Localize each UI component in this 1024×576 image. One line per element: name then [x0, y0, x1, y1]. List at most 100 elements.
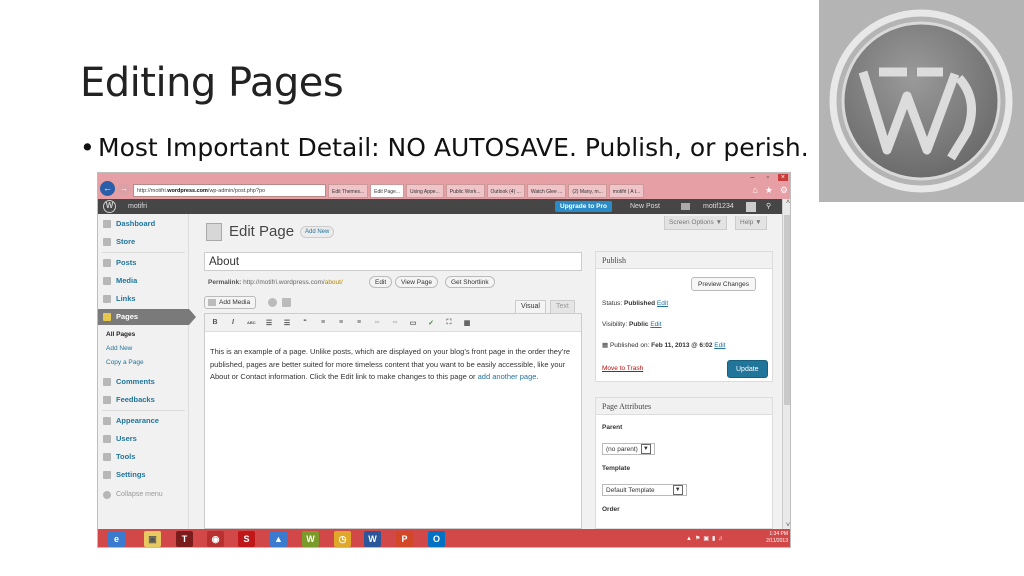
restore-button[interactable]: ▫ — [763, 174, 771, 181]
permalink-edit-button[interactable]: Edit — [369, 276, 393, 288]
sidebar-item-posts[interactable]: Posts — [98, 255, 189, 271]
tab-visual[interactable]: Visual — [515, 300, 546, 313]
strikethrough-button[interactable]: ABC — [247, 320, 256, 325]
get-shortlink-button[interactable]: Get Shortlink — [445, 276, 495, 288]
sidebar-item-comments[interactable]: Comments — [98, 374, 189, 390]
poll-icon[interactable] — [268, 298, 277, 307]
forward-button[interactable]: → — [118, 183, 130, 195]
favorites-icon[interactable]: ★ — [765, 185, 773, 196]
sidebar-item-users[interactable]: Users — [98, 431, 189, 447]
comment-icon[interactable] — [681, 203, 690, 210]
scroll-up-icon[interactable]: ˄ — [783, 199, 790, 206]
fullscreen-button[interactable]: ⛶ — [445, 319, 453, 327]
scroll-thumb[interactable] — [784, 215, 790, 405]
upgrade-button[interactable]: Upgrade to Pro — [555, 201, 612, 212]
tab-edit-themes[interactable]: Edit Themes... — [328, 184, 369, 198]
bullet-list-button[interactable]: ☰ — [265, 319, 273, 327]
page-attributes-title[interactable]: Page Attributes — [596, 398, 772, 415]
align-right-button[interactable]: ≡ — [355, 319, 363, 326]
scroll-down-icon[interactable]: ˅ — [783, 522, 790, 529]
avatar[interactable] — [746, 202, 756, 212]
s-app-icon[interactable]: S — [238, 531, 255, 547]
submenu-copy-page[interactable]: Copy a Page — [106, 359, 144, 366]
w-app-icon[interactable]: W — [302, 531, 319, 547]
sidebar-item-appearance[interactable]: Appearance — [98, 413, 189, 429]
app-icon[interactable]: ◉ — [207, 531, 224, 547]
content-editor[interactable]: B I ABC ☰ ☰ “ ≡ ≡ ≡ ∞ ∞ ▭ ✓ ⛶ ▦ This is … — [204, 313, 582, 529]
sidebar-item-tools[interactable]: Tools — [98, 449, 189, 465]
link-button[interactable]: ∞ — [373, 319, 381, 326]
tab-watch-glee[interactable]: Watch Glee ... — [526, 184, 567, 198]
tab-text[interactable]: Text — [550, 300, 575, 313]
title-input[interactable]: About — [204, 252, 582, 271]
sidebar-item-settings[interactable]: Settings — [98, 467, 189, 483]
close-button[interactable]: × — [777, 174, 788, 181]
minimize-button[interactable]: – — [748, 174, 758, 181]
parent-select[interactable]: (no parent) ▼ — [602, 443, 655, 455]
clock-time: 1:34 PM — [769, 531, 788, 537]
update-button[interactable]: Update — [727, 360, 768, 378]
add-new-button[interactable]: Add New — [300, 226, 335, 238]
sidebar-item-links[interactable]: Links — [98, 291, 189, 307]
view-page-button[interactable]: View Page — [395, 276, 438, 288]
site-name[interactable]: motifri — [128, 199, 147, 214]
tab-many[interactable]: (2) Many, m... — [568, 184, 607, 198]
clock-icon[interactable]: ◷ — [334, 531, 351, 547]
status-edit-link[interactable]: Edit — [657, 300, 668, 307]
kitchen-sink-button[interactable]: ▦ — [463, 319, 471, 327]
add-media-button[interactable]: Add Media — [204, 296, 257, 309]
sidebar-item-store[interactable]: Store — [98, 234, 189, 250]
help-tab[interactable]: Help ▼ — [735, 216, 767, 230]
collapse-menu[interactable]: Collapse menu — [98, 487, 189, 503]
tab-edit-page[interactable]: Edit Page... — [370, 184, 405, 198]
vertical-scrollbar[interactable]: ˄ ˅ — [782, 199, 790, 529]
submenu-all-pages[interactable]: All Pages — [106, 331, 135, 338]
permalink-slug[interactable]: about/ — [325, 279, 343, 286]
sidebar-item-pages[interactable]: Pages — [98, 309, 196, 325]
new-post-link[interactable]: New Post — [630, 199, 660, 214]
published-edit-link[interactable]: Edit — [714, 342, 725, 349]
address-bar[interactable]: http://motifri.wordpress.com/wp-admin/po… — [133, 184, 326, 197]
align-left-button[interactable]: ≡ — [319, 319, 327, 326]
italic-button[interactable]: I — [229, 319, 237, 326]
align-center-button[interactable]: ≡ — [337, 319, 345, 326]
settings-icon[interactable]: ⚙ — [780, 185, 788, 196]
image-app-icon[interactable]: ▲ — [270, 531, 287, 547]
tab-public-work[interactable]: Public Work... — [445, 184, 485, 198]
tab-outlook[interactable]: Outlook (4) ... — [486, 184, 525, 198]
visibility-edit-link[interactable]: Edit — [650, 321, 661, 328]
tab-using-appearance[interactable]: Using Appe... — [406, 184, 444, 198]
screen-options-tab[interactable]: Screen Options ▼ — [664, 216, 728, 230]
powerpoint-icon[interactable]: P — [396, 531, 413, 547]
bold-button[interactable]: B — [211, 319, 219, 326]
folder-icon[interactable]: ▣ — [144, 531, 161, 547]
add-another-page-link[interactable]: add another page — [478, 372, 537, 381]
word-icon[interactable]: W — [364, 531, 381, 547]
tab-motifri[interactable]: motifri | A t... — [608, 184, 645, 198]
clock[interactable]: 1:34 PM 2/11/2013 — [766, 531, 788, 545]
form-icon[interactable] — [282, 298, 291, 307]
editor-content[interactable]: This is an example of a page. Unlike pos… — [210, 346, 576, 384]
ie-icon[interactable]: e — [108, 531, 125, 547]
system-tray-icons[interactable]: ▲⚑▣▮♫ — [686, 535, 726, 542]
blockquote-button[interactable]: “ — [301, 319, 309, 326]
template-select[interactable]: Default Template ▼ — [602, 484, 687, 496]
sidebar-item-feedbacks[interactable]: Feedbacks — [98, 392, 189, 408]
unlink-button[interactable]: ∞ — [391, 319, 399, 326]
wp-logo-icon[interactable]: W — [103, 200, 116, 213]
search-icon[interactable]: ⚲ — [766, 199, 771, 214]
home-icon[interactable]: ⌂ — [752, 185, 757, 196]
spellcheck-button[interactable]: ✓ — [427, 319, 435, 327]
sidebar-item-media[interactable]: Media — [98, 273, 189, 289]
more-button[interactable]: ▭ — [409, 319, 417, 327]
publish-box-title[interactable]: Publish — [596, 252, 772, 269]
back-button[interactable]: ← — [100, 181, 115, 196]
user-name[interactable]: motif1234 — [703, 199, 734, 214]
submenu-add-new[interactable]: Add New — [106, 345, 132, 352]
t-app-icon[interactable]: T — [176, 531, 193, 547]
preview-changes-button[interactable]: Preview Changes — [691, 277, 756, 291]
move-to-trash-link[interactable]: Move to Trash — [602, 365, 643, 372]
outlook-icon[interactable]: O — [428, 531, 445, 547]
sidebar-item-dashboard[interactable]: Dashboard — [98, 216, 189, 232]
numbered-list-button[interactable]: ☰ — [283, 319, 291, 327]
